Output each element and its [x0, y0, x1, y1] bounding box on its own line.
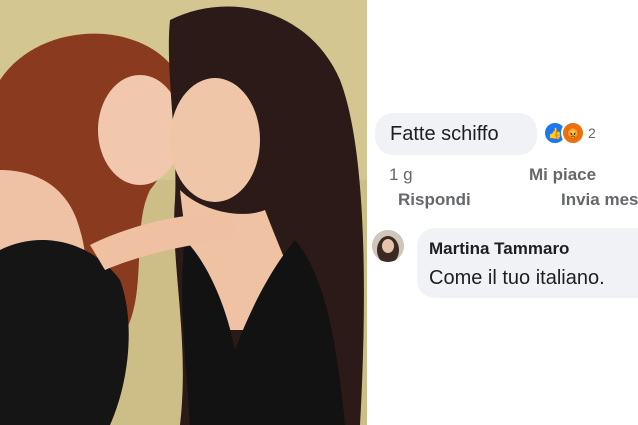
facebook-comments-panel: Fatte schiffo 👍 😡 2 1 g Mi piace Rispond… [367, 0, 638, 425]
comment-text: Fatte schiffo [390, 123, 499, 145]
reaction-count: 2 [588, 125, 596, 141]
author-name[interactable]: Martina Tammaro [429, 239, 569, 259]
send-message-link[interactable]: Invia mes [561, 190, 638, 210]
reply-link[interactable]: Rispondi [398, 190, 471, 210]
avatar[interactable] [372, 230, 404, 262]
avatar-image [372, 230, 404, 262]
comment-time[interactable]: 1 g [389, 165, 413, 185]
photo-two-women [0, 0, 367, 425]
reply-bubble: Martina Tammaro Come il tuo italiano. [417, 228, 638, 298]
like-link[interactable]: Mi piace [529, 165, 596, 185]
photo-illustration [0, 0, 367, 425]
comment-bubble: Fatte schiffo [375, 113, 537, 155]
reply-text: Come il tuo italiano. [429, 267, 605, 289]
reactions-summary[interactable]: 👍 😡 2 [543, 121, 596, 145]
angry-icon: 😡 [561, 121, 585, 145]
